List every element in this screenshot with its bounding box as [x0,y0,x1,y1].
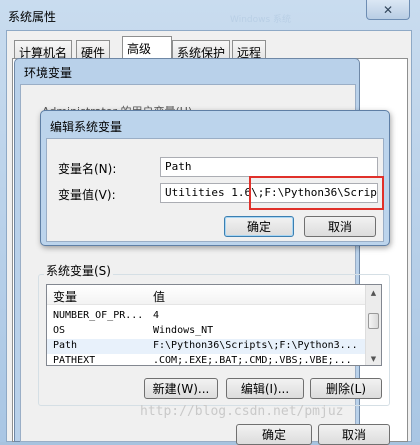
row-name: Path [53,340,78,351]
row-name: PATHEXT [53,355,96,366]
edit-dialog-title: 编辑系统变量 [50,120,123,134]
table-row-selected[interactable]: Path F:\Python36\Scripts\;F:\Python3... [47,339,367,354]
env-window-title: 环境变量 [24,66,73,80]
edit-variable-button[interactable]: 编辑(I)... [226,378,304,399]
tab-system-protection[interactable]: 系统保护 [172,40,231,60]
list-scrollbar[interactable]: ▲ ▼ [365,285,381,365]
close-button[interactable]: ✕ [366,0,410,20]
watermark: http://blog.csdn.net/pmjuz [140,404,344,419]
scroll-up-icon[interactable]: ▲ [366,285,381,300]
variable-value-label: 变量值(V): [58,188,116,202]
scroll-thumb[interactable] [368,313,379,329]
window-title: 系统属性 [8,10,57,24]
system-variables-label: 系统变量(S) [44,262,113,279]
row-value: Windows_NT [153,325,214,336]
column-header-variable[interactable]: 变量 [53,288,77,305]
tab-computer-name[interactable]: 计算机名 [14,40,73,60]
delete-variable-button[interactable]: 删除(L) [310,378,382,399]
tab-hardware[interactable]: 硬件 [76,40,111,60]
row-name: OS [53,325,66,336]
scroll-down-icon[interactable]: ▼ [366,351,381,365]
annotation-highlight-box [249,176,384,210]
list-header: 变量 值 [47,285,367,305]
background-faded-text: Windows 系统 [230,15,292,25]
edit-ok-button[interactable]: 确定 [224,216,294,237]
close-icon: ✕ [382,2,394,17]
system-variables-list[interactable]: 变量 值 NUMBER_OF_PR... 4 OS Windows_NT Pat… [46,284,382,366]
table-row[interactable]: OS Windows_NT [47,324,367,339]
variable-name-field[interactable]: Path [160,157,378,177]
table-row[interactable]: PATHEXT .COM;.EXE;.BAT;.CMD;.VBS;.VBE;..… [47,354,367,366]
row-value: 4 [153,310,160,321]
row-name: NUMBER_OF_PR... [53,310,144,321]
row-value: F:\Python36\Scripts\;F:\Python3... [153,340,358,351]
column-header-value[interactable]: 值 [153,288,165,305]
table-row[interactable]: NUMBER_OF_PR... 4 [47,309,367,324]
new-variable-button[interactable]: 新建(W)... [144,378,218,399]
tab-remote[interactable]: 远程 [232,40,267,60]
row-value: .COM;.EXE;.BAT;.CMD;.VBS;.VBE;... [153,355,352,366]
edit-cancel-button[interactable]: 取消 [304,216,376,237]
variable-name-label: 变量名(N): [58,162,117,176]
